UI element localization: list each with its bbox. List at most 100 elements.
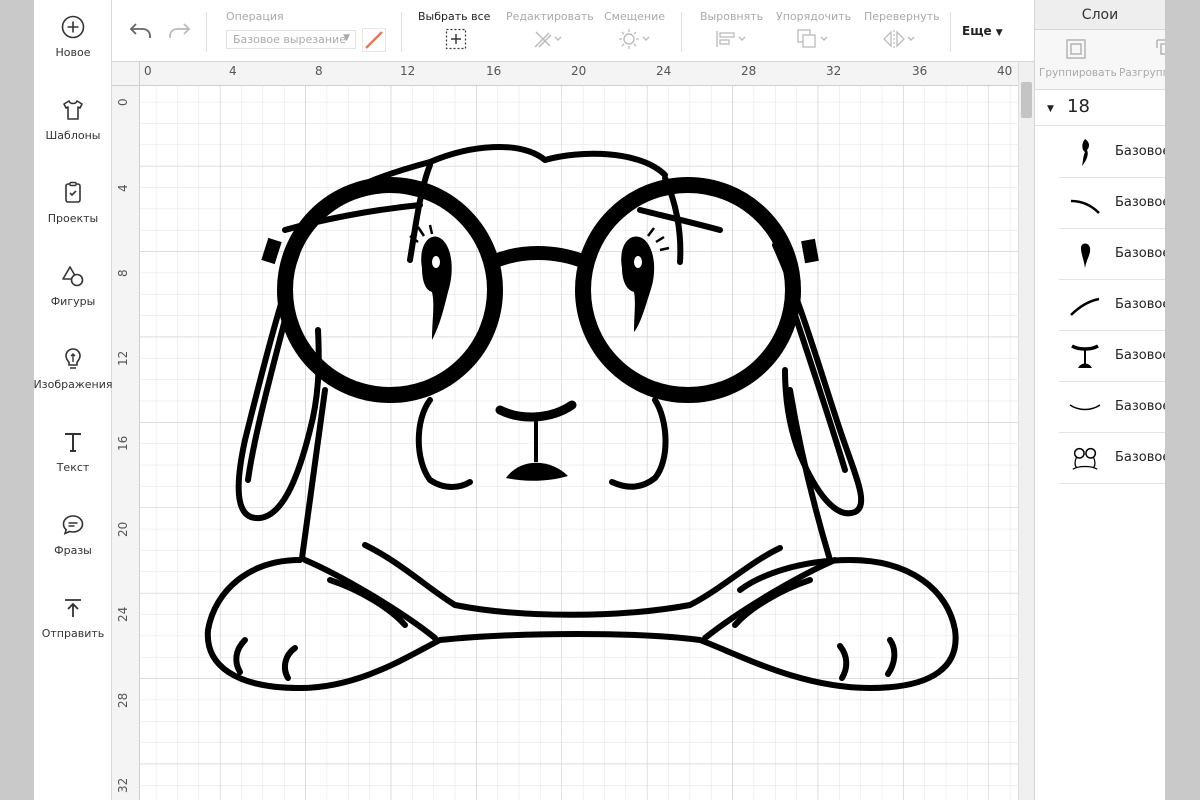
horizontal-ruler: 0 4 8 12 16 20 24 28 32 36 40 — [112, 62, 1018, 86]
layer-count: 18 — [1067, 96, 1090, 117]
mouth — [506, 462, 568, 481]
align-button[interactable] — [715, 28, 747, 54]
belly-stripe — [327, 577, 408, 628]
right-cheek — [609, 397, 669, 490]
ruler-label: 4 — [229, 64, 237, 78]
layer-item[interactable]: Базовое вырезание — [1059, 331, 1165, 382]
right-eye — [621, 236, 655, 332]
ruler-label: 32 — [116, 777, 130, 793]
layer-name: Базовое вырезание — [1115, 348, 1165, 363]
ungroup-button[interactable]: Разгруппировать — [1119, 30, 1165, 90]
layer-item[interactable]: Базовое вырезание — [1059, 229, 1165, 280]
curve-thumb — [1069, 289, 1101, 321]
layers-panel: Слои Группировать Разгруппировать ▼ 18 Б… — [1034, 0, 1165, 800]
mouth-curve-thumb — [1069, 391, 1101, 423]
layer-item[interactable]: Базовое вырезание — [1059, 382, 1165, 433]
sidebar-item-label: Шаблоны — [45, 129, 101, 142]
layer-name: Базовое вырезание — [1115, 399, 1165, 414]
arrange-label: Упорядочить — [776, 10, 852, 23]
sidebar-item-label: Текст — [56, 461, 90, 474]
ungroup-icon — [1156, 39, 1165, 55]
ruler-label: 16 — [486, 64, 502, 78]
offset-button[interactable] — [618, 28, 650, 54]
edit-button[interactable] — [532, 28, 562, 54]
sidebar-item-new[interactable]: Новое — [34, 0, 112, 76]
plus-circle-icon — [60, 14, 86, 40]
layer-item[interactable]: Базовое вырезание — [1059, 433, 1165, 484]
left-eye — [421, 236, 452, 340]
tshirt-icon — [60, 97, 86, 123]
sidebar-item-projects[interactable]: Проекты — [34, 166, 112, 242]
upload-icon — [60, 595, 86, 621]
ruler-label: 0 — [144, 64, 152, 78]
group-icon — [1066, 39, 1086, 59]
select-all-icon — [445, 28, 467, 50]
arrange-button[interactable] — [796, 28, 830, 54]
layer-item[interactable]: Базовое вырезание — [1059, 127, 1165, 178]
sidebar-item-label: Фигуры — [50, 295, 96, 308]
left-paw-toe — [233, 637, 248, 675]
sidebar-item-images[interactable]: Изображения — [34, 332, 112, 408]
left-sidebar: Новое Шаблоны Проекты Фигуры Изображения… — [34, 0, 112, 800]
vertical-ruler: 0 4 8 12 16 20 24 28 32 — [112, 62, 140, 800]
ungroup-label: Разгруппировать — [1119, 67, 1165, 79]
nose-shape-thumb — [1069, 340, 1101, 372]
design-canvas[interactable]: 0 4 8 12 16 20 24 28 32 36 40 0 4 8 12 1… — [112, 62, 1018, 800]
flip-button[interactable] — [882, 28, 916, 54]
sidebar-item-templates[interactable]: Шаблоны — [34, 83, 112, 159]
eye-shape-thumb — [1069, 238, 1101, 270]
layer-name: Базовое вырезание — [1115, 450, 1165, 465]
ruler-label: 8 — [116, 269, 130, 277]
pen-color-swatch[interactable] — [362, 28, 386, 56]
ruler-label: 16 — [116, 435, 130, 451]
sidebar-item-shapes[interactable]: Фигуры — [34, 249, 112, 325]
operation-select[interactable]: Базовое вырезание ▼ — [226, 30, 356, 49]
undo-button[interactable] — [128, 20, 154, 46]
sidebar-item-upload[interactable]: Отправить — [34, 581, 112, 657]
ruler-label: 40 — [997, 64, 1013, 78]
canvas-scrollbar[interactable] — [1018, 62, 1034, 800]
select-all-button[interactable] — [445, 28, 467, 54]
sidebar-item-label: Проекты — [47, 212, 99, 225]
offset-icon — [619, 29, 650, 49]
sidebar-item-phrases[interactable]: Фразы — [34, 498, 112, 574]
scrollbar-thumb[interactable] — [1021, 82, 1032, 118]
sidebar-item-label: Изображения — [33, 378, 113, 391]
undo-icon — [129, 23, 151, 38]
ruler-label: 20 — [116, 521, 130, 537]
ruler-corner — [112, 62, 140, 86]
left-eye-highlight — [432, 256, 440, 268]
pen-icon — [362, 28, 386, 52]
sidebar-item-label: Отправить — [41, 627, 105, 640]
ruler-label: 4 — [116, 184, 130, 192]
left-temple — [261, 237, 282, 265]
redo-button[interactable] — [166, 20, 192, 46]
flip-label: Перевернуть — [864, 10, 940, 23]
ruler-label: 24 — [116, 606, 130, 622]
more-label: Еще — [962, 24, 992, 38]
layer-item[interactable]: Базовое вырезание — [1059, 178, 1165, 229]
group-button[interactable]: Группировать — [1035, 30, 1117, 90]
operation-label: Операция — [226, 10, 284, 23]
sidebar-item-text[interactable]: Текст — [34, 415, 112, 491]
top-toolbar: Операция Базовое вырезание ▼ Выбрать все… — [112, 0, 1034, 62]
right-paw-toe — [837, 643, 850, 681]
ruler-label: 12 — [400, 64, 416, 78]
ruler-label: 36 — [912, 64, 928, 78]
more-button[interactable]: Еще ▼ — [962, 24, 1003, 38]
bunny-thumb — [1069, 442, 1101, 474]
layer-group-row[interactable]: ▼ 18 — [1035, 90, 1165, 126]
canvas-grid[interactable] — [140, 86, 1018, 800]
shapes-icon — [60, 263, 86, 289]
layer-item[interactable]: Базовое вырезание — [1059, 280, 1165, 331]
ruler-label: 12 — [116, 350, 130, 366]
layer-name: Базовое вырезание — [1115, 144, 1165, 159]
caret-down-icon: ▼ — [995, 28, 1003, 38]
right-paw-toe — [885, 637, 898, 677]
lightbulb-icon — [60, 346, 86, 372]
select-all-label: Выбрать все — [418, 10, 491, 23]
operation-value: Базовое вырезание — [233, 33, 346, 46]
left-lens — [277, 177, 503, 403]
bunny-with-glasses-artwork[interactable] — [140, 86, 1018, 800]
speech-bubble-icon — [60, 512, 86, 538]
